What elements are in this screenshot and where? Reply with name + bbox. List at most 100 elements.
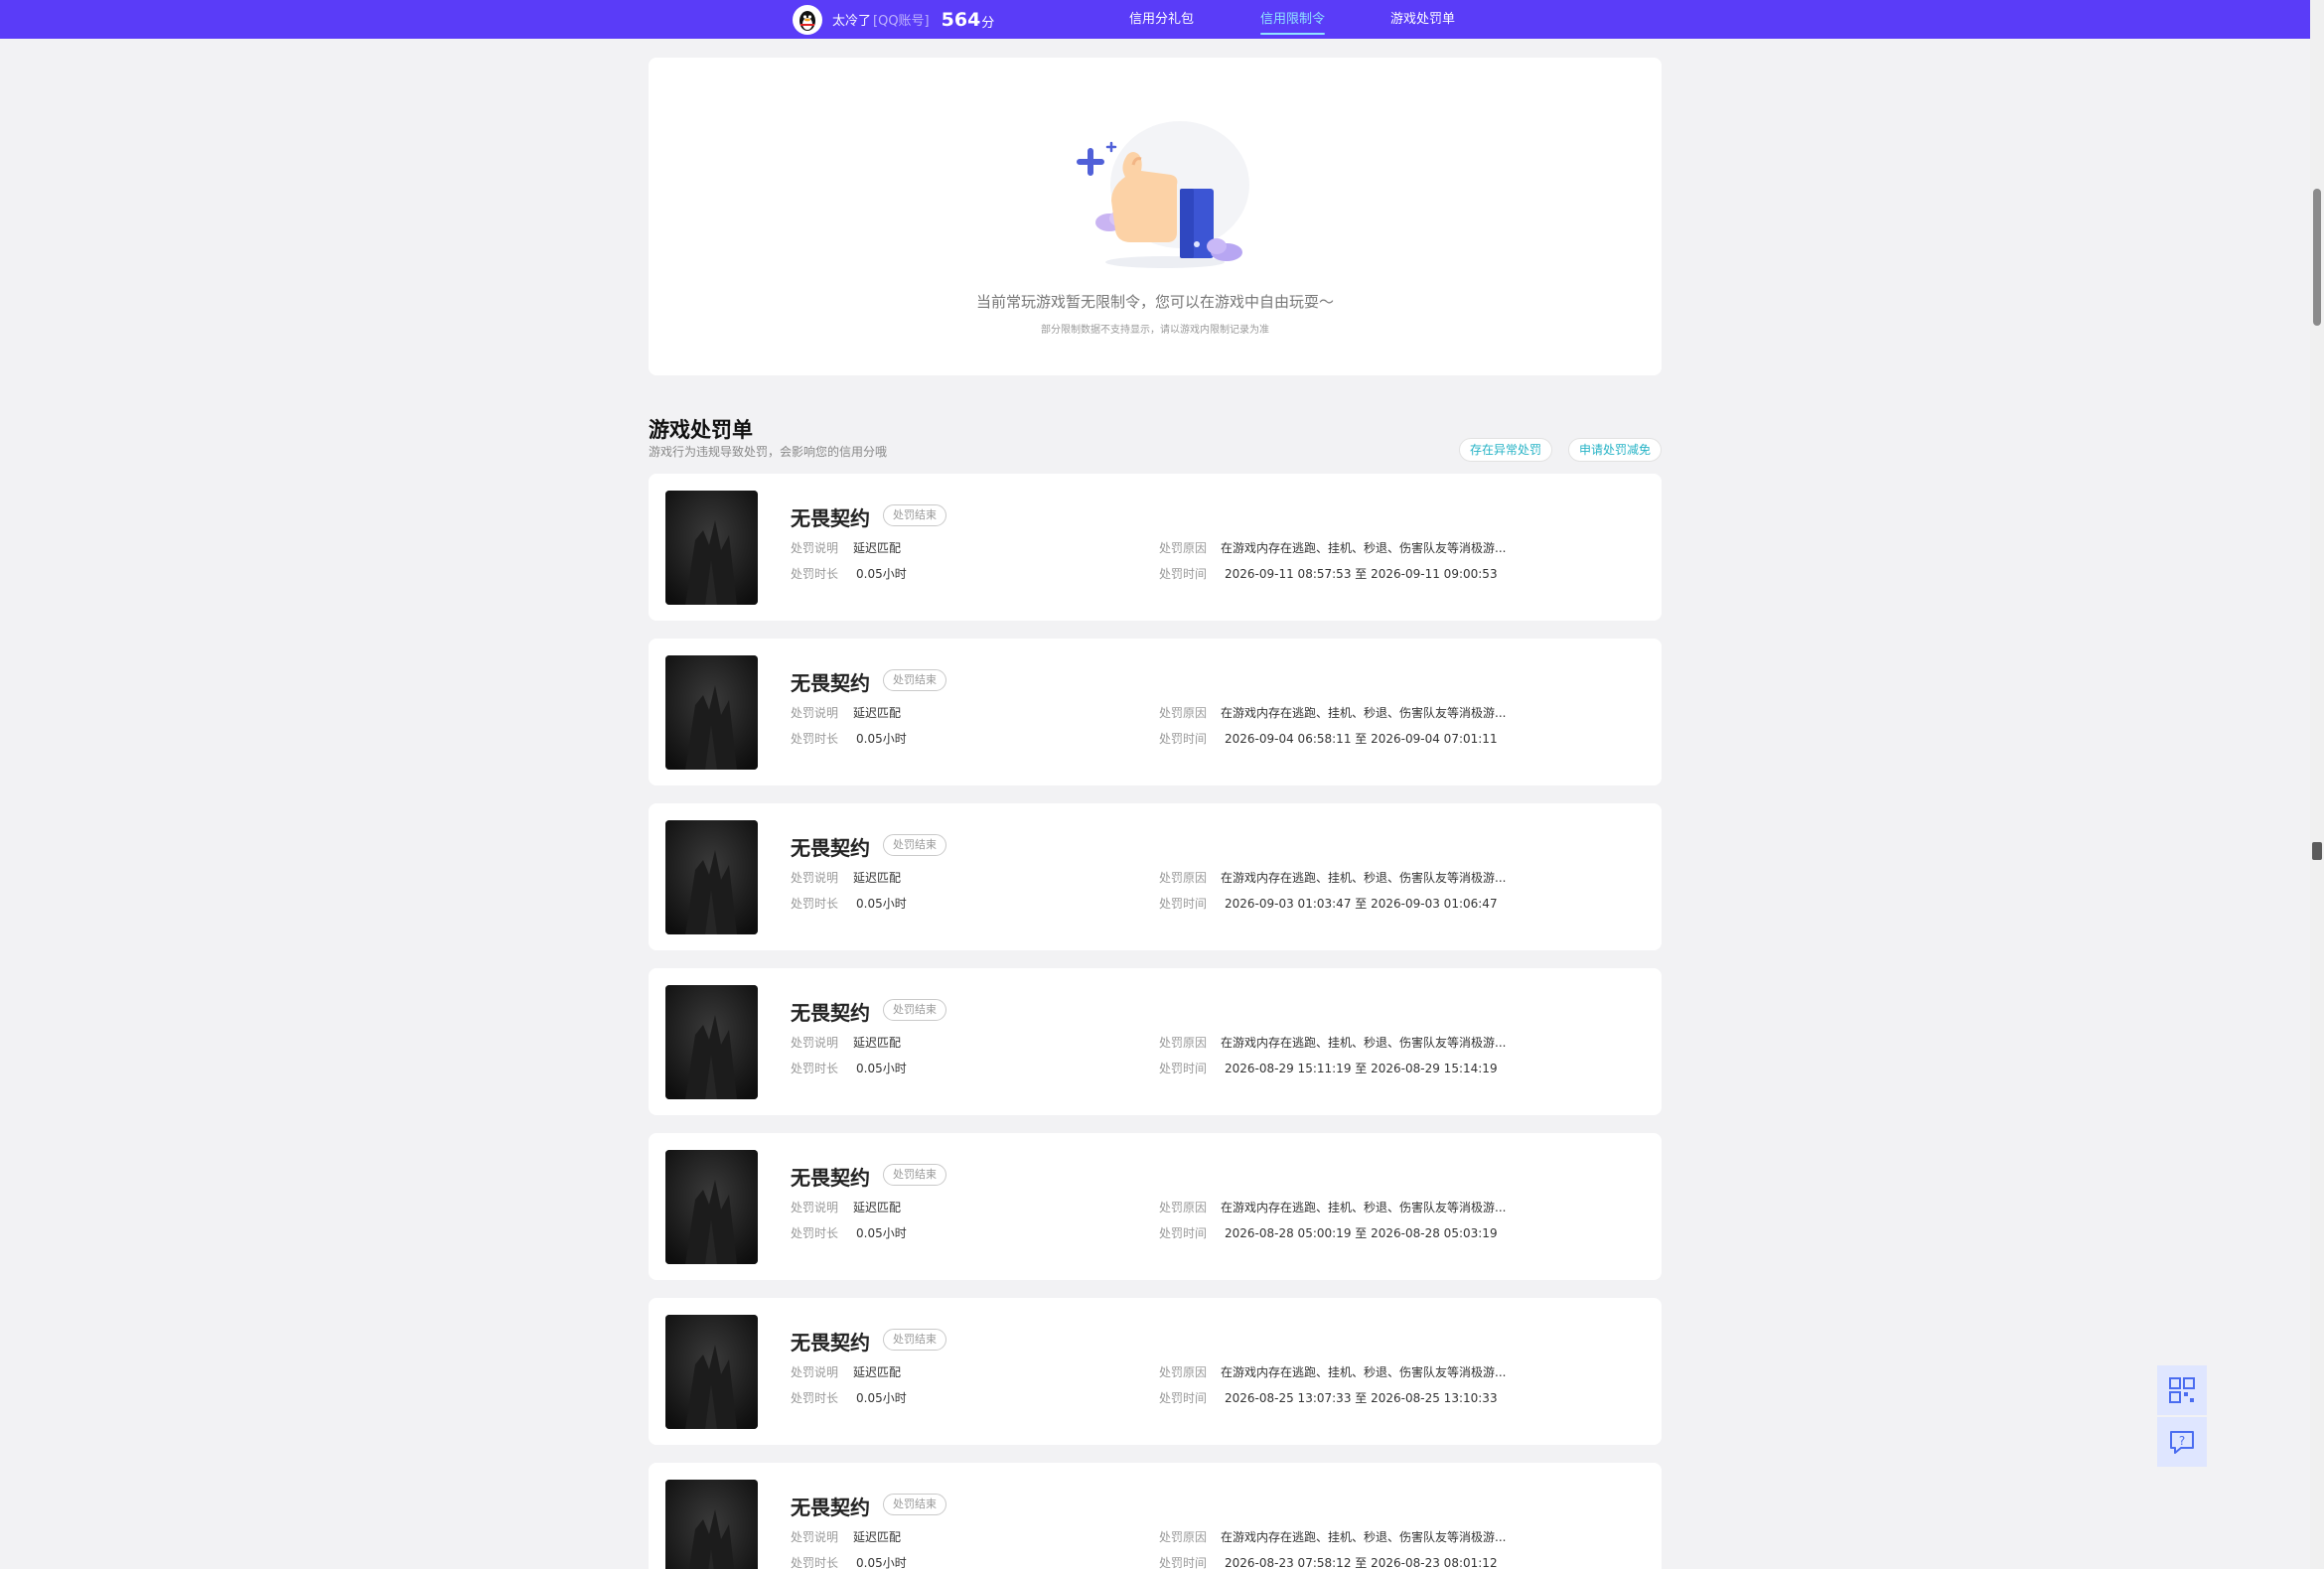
reason-label: 处罚原因 bbox=[1159, 871, 1208, 885]
game-cover-image bbox=[665, 491, 758, 605]
game-cover-image bbox=[665, 985, 758, 1099]
status-badge: 处罚结束 bbox=[883, 834, 946, 856]
qr-code-button[interactable] bbox=[2157, 1365, 2207, 1415]
reason-value: 在游戏内存在逃跑、挂机、秒退、伤害队友等消极游... bbox=[1221, 1036, 1507, 1050]
credit-score-unit: 分 bbox=[981, 15, 995, 31]
reason-value: 在游戏内存在逃跑、挂机、秒退、伤害队友等消极游... bbox=[1221, 1365, 1507, 1379]
tab-game-punishment[interactable]: 游戏处罚单 bbox=[1390, 0, 1455, 39]
time-start: 2026-08-28 05:00:19 bbox=[1225, 1226, 1352, 1240]
scrollbar[interactable] bbox=[2310, 0, 2324, 1569]
desc-value: 延迟匹配 bbox=[853, 706, 902, 720]
status-badge: 处罚结束 bbox=[883, 504, 946, 526]
duration-value: 0.05小时 bbox=[856, 1391, 907, 1405]
duration-value: 0.05小时 bbox=[856, 897, 907, 911]
punish-card[interactable]: 无畏契约 处罚结束 处罚说明 延迟匹配 处罚时长 0.05小时 处罚原因 在游戏内存在逃跑、挂… bbox=[649, 639, 1662, 785]
reason-label: 处罚原因 bbox=[1159, 541, 1208, 555]
game-cover-image bbox=[665, 655, 758, 770]
reason-label: 处罚原因 bbox=[1159, 1201, 1208, 1214]
punish-card[interactable]: 无畏契约 处罚结束 处罚说明 延迟匹配 处罚时长 0.05小时 处罚原因 在游戏内存在逃跑、挂… bbox=[649, 968, 1662, 1115]
desc-value: 延迟匹配 bbox=[853, 1530, 902, 1544]
time-separator: 至 bbox=[1355, 1556, 1368, 1569]
time-label: 处罚时间 bbox=[1159, 567, 1208, 581]
scrollbar-thumb[interactable] bbox=[2313, 189, 2321, 326]
reason-value: 在游戏内存在逃跑、挂机、秒退、伤害队友等消极游... bbox=[1221, 871, 1507, 885]
desc-label: 处罚说明 bbox=[791, 1365, 839, 1379]
account-type: [QQ账号] bbox=[873, 14, 930, 29]
duration-label: 处罚时长 bbox=[791, 897, 839, 911]
time-label: 处罚时间 bbox=[1159, 1556, 1208, 1569]
time-label: 处罚时间 bbox=[1159, 1226, 1208, 1240]
time-separator: 至 bbox=[1355, 897, 1368, 911]
duration-label: 处罚时长 bbox=[791, 732, 839, 746]
game-cover-image bbox=[665, 1150, 758, 1264]
punish-section-subtitle: 游戏行为违规导致处罚，会影响您的信用分哦 bbox=[649, 445, 888, 459]
time-end: 2026-08-25 13:10:33 bbox=[1371, 1391, 1498, 1405]
game-cover-image bbox=[665, 1315, 758, 1429]
desc-label: 处罚说明 bbox=[791, 541, 839, 555]
desc-label: 处罚说明 bbox=[791, 1201, 839, 1214]
duration-value: 0.05小时 bbox=[856, 567, 907, 581]
reason-value: 在游戏内存在逃跑、挂机、秒退、伤害队友等消极游... bbox=[1221, 541, 1507, 555]
game-cover-image bbox=[665, 820, 758, 934]
status-badge: 处罚结束 bbox=[883, 1494, 946, 1515]
duration-label: 处罚时长 bbox=[791, 1226, 839, 1240]
reason-label: 处罚原因 bbox=[1159, 1036, 1208, 1050]
time-range: 2026-09-04 06:58:11 至 2026-09-04 07:01:1… bbox=[1225, 730, 1498, 747]
credit-score: 564 bbox=[941, 8, 981, 31]
game-name: 无畏契约 bbox=[791, 1496, 870, 1519]
desc-label: 处罚说明 bbox=[791, 1530, 839, 1544]
tab-credit-gift[interactable]: 信用分礼包 bbox=[1129, 0, 1194, 39]
user-info[interactable]: 太冷了 [QQ账号] 564 分 bbox=[793, 0, 994, 39]
time-label: 处罚时间 bbox=[1159, 1391, 1208, 1405]
thumbs-up-illustration bbox=[1077, 121, 1249, 268]
qq-avatar-icon bbox=[793, 4, 822, 35]
desc-label: 处罚说明 bbox=[791, 1036, 839, 1050]
duration-label: 处罚时长 bbox=[791, 1062, 839, 1075]
feedback-question-icon: ? bbox=[2170, 1431, 2194, 1454]
appeal-punish-button[interactable]: 申请处罚减免 bbox=[1568, 438, 1663, 462]
desc-value: 延迟匹配 bbox=[853, 871, 902, 885]
desc-label: 处罚说明 bbox=[791, 871, 839, 885]
feedback-button[interactable]: ? bbox=[2157, 1417, 2207, 1467]
scrollbar-marker bbox=[2312, 842, 2322, 860]
time-label: 处罚时间 bbox=[1159, 732, 1208, 746]
reason-label: 处罚原因 bbox=[1159, 1530, 1208, 1544]
abnormal-punish-button[interactable]: 存在异常处罚 bbox=[1459, 438, 1553, 462]
time-start: 2026-08-29 15:11:19 bbox=[1225, 1062, 1352, 1075]
duration-value: 0.05小时 bbox=[856, 1062, 907, 1075]
restriction-card: 当前常玩游戏暂无限制令，您可以在游戏中自由玩耍～ 部分限制数据不支持显示，请以游… bbox=[649, 58, 1662, 375]
punish-card[interactable]: 无畏契约 处罚结束 处罚说明 延迟匹配 处罚时长 0.05小时 处罚原因 在游戏内存在逃跑、挂… bbox=[649, 1463, 1662, 1569]
top-nav-bar: 太冷了 [QQ账号] 564 分 信用分礼包 信用限制令 游戏处罚单 bbox=[0, 0, 2310, 39]
time-start: 2026-09-03 01:03:47 bbox=[1225, 897, 1352, 911]
game-name: 无畏契约 bbox=[791, 671, 870, 695]
punish-card[interactable]: 无畏契约 处罚结束 处罚说明 延迟匹配 处罚时长 0.05小时 处罚原因 在游戏内存在逃跑、挂… bbox=[649, 1133, 1662, 1280]
desc-value: 延迟匹配 bbox=[853, 1201, 902, 1214]
time-separator: 至 bbox=[1355, 1062, 1368, 1075]
time-end: 2026-08-29 15:14:19 bbox=[1371, 1062, 1498, 1075]
time-separator: 至 bbox=[1355, 1226, 1368, 1240]
duration-value: 0.05小时 bbox=[856, 732, 907, 746]
punish-card[interactable]: 无畏契约 处罚结束 处罚说明 延迟匹配 处罚时长 0.05小时 处罚原因 在游戏内存在逃跑、挂… bbox=[649, 803, 1662, 950]
punish-card[interactable]: 无畏契约 处罚结束 处罚说明 延迟匹配 处罚时长 0.05小时 处罚原因 在游戏内存在逃跑、挂… bbox=[649, 474, 1662, 621]
desc-label: 处罚说明 bbox=[791, 706, 839, 720]
desc-value: 延迟匹配 bbox=[853, 541, 902, 555]
game-name: 无畏契约 bbox=[791, 1166, 870, 1190]
duration-value: 0.05小时 bbox=[856, 1556, 907, 1569]
time-range: 2026-08-25 13:07:33 至 2026-08-25 13:10:3… bbox=[1225, 1389, 1498, 1406]
duration-value: 0.05小时 bbox=[856, 1226, 907, 1240]
game-name: 无畏契约 bbox=[791, 1001, 870, 1025]
tab-credit-restriction[interactable]: 信用限制令 bbox=[1260, 0, 1326, 39]
time-start: 2026-08-23 07:58:12 bbox=[1225, 1556, 1352, 1569]
punish-section-title: 游戏处罚单 bbox=[649, 418, 753, 442]
duration-label: 处罚时长 bbox=[791, 1556, 839, 1569]
empty-restriction-text: 当前常玩游戏暂无限制令，您可以在游戏中自由玩耍～ bbox=[975, 293, 1334, 311]
reason-label: 处罚原因 bbox=[1159, 1365, 1208, 1379]
punish-card[interactable]: 无畏契约 处罚结束 处罚说明 延迟匹配 处罚时长 0.05小时 处罚原因 在游戏内存在逃跑、挂… bbox=[649, 1298, 1662, 1445]
time-start: 2026-08-25 13:07:33 bbox=[1225, 1391, 1352, 1405]
svg-text:?: ? bbox=[2179, 1434, 2185, 1448]
duration-label: 处罚时长 bbox=[791, 1391, 839, 1405]
game-name: 无畏契约 bbox=[791, 506, 870, 530]
time-end: 2026-09-11 09:00:53 bbox=[1371, 567, 1498, 581]
user-name: 太冷了 bbox=[832, 14, 872, 29]
game-name: 无畏契约 bbox=[791, 1331, 870, 1355]
